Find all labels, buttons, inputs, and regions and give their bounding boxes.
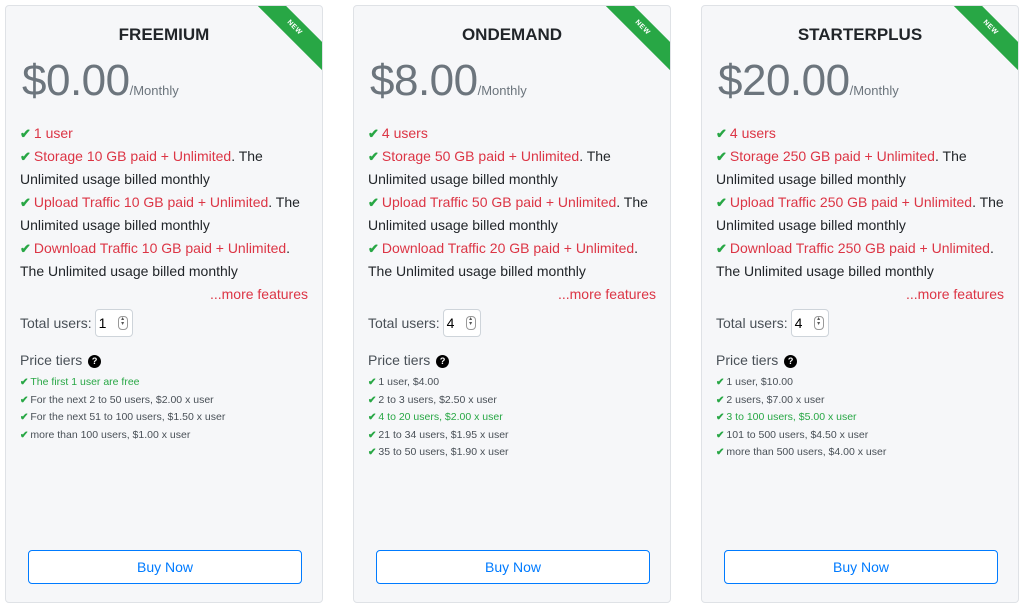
price-amount: $20.00	[718, 56, 850, 105]
price-tier: ✔ more than 100 users, $1.00 x user	[20, 428, 191, 441]
question-icon[interactable]: ?	[436, 354, 450, 368]
check-icon: ✔	[368, 241, 379, 256]
feature-item: ✔ 4 users	[368, 125, 428, 141]
check-icon: ✔	[716, 447, 725, 458]
total-users-input[interactable]: 4 ▴ ▾	[790, 309, 829, 337]
check-icon: ✔	[20, 149, 31, 164]
plan-price: $0.00/Monthly	[22, 56, 179, 106]
price-tier: ✔ 35 to 50 users, $1.90 x user	[368, 446, 509, 458]
price-tier: ✔ 101 to 500 users, $4.50 x user	[716, 428, 869, 441]
more-features-link[interactable]: ...more features	[716, 283, 1004, 306]
price-tiers-heading: Price tiers ?	[368, 349, 656, 372]
check-icon: ✔	[20, 377, 29, 388]
price-tier: ✔ For the next 51 to 100 users, $1.50 x u…	[20, 411, 226, 423]
check-icon: ✔	[368, 377, 377, 388]
plan-card-freemium: NEW FREEMIUM $0.00/Monthly ✔ 1 user ✔ Stor…	[5, 5, 323, 603]
plan-card-ondemand: NEW ONDEMAND $8.00/Monthly ✔ 4 users ✔ Sto…	[353, 5, 671, 603]
price-tier: ✔ 1 user, $4.00	[368, 376, 440, 388]
price-tier: ✔ For the next 2 to 50 users, $2.00 x use…	[20, 393, 214, 406]
feature-item: ✔ Upload Traffic 250 GB paid + Unlimited.…	[716, 194, 1004, 233]
check-icon: ✔	[716, 195, 727, 210]
feature-item: ✔ 4 users	[716, 125, 776, 141]
price-tier-list: ✔ The first 1 user are free ✔ For the next…	[20, 374, 308, 444]
price-tier: ✔ more than 500 users, $4.00 x user	[716, 446, 887, 458]
price-tier-list: ✔ 1 user, $10.00 ✔ 2 users, $7.00 x user ✔…	[716, 374, 1004, 462]
total-users-input[interactable]: 4 ▴ ▾	[442, 309, 481, 337]
plan-price: $20.00/Monthly	[718, 56, 899, 106]
total-users-label: Total users:	[368, 314, 440, 331]
plan-title: STARTERPLUS	[797, 25, 923, 44]
check-icon: ✔	[368, 429, 377, 441]
spinner-icon[interactable]: ▴ ▾	[117, 316, 128, 330]
check-icon: ✔	[20, 195, 31, 210]
check-icon: ✔	[20, 126, 31, 141]
check-icon: ✔	[20, 429, 29, 441]
price-tier-list: ✔ 1 user, $4.00 ✔ 2 to 3 users, $2.50 x us…	[368, 374, 656, 462]
check-icon: ✔	[368, 412, 377, 423]
feature-item: ✔ Download Traffic 10 GB paid + Unlimited…	[20, 240, 291, 279]
feature-item: ✔ Storage 250 GB paid + Unlimited. The Un…	[716, 148, 967, 187]
feature-item: ✔ Download Traffic 20 GB paid + Unlimited…	[368, 240, 639, 279]
question-icon[interactable]: ?	[784, 354, 798, 368]
spinner-icon[interactable]: ▴ ▾	[813, 316, 824, 330]
price-tier: ✔ The first 1 user are free	[20, 376, 140, 388]
check-icon: ✔	[716, 377, 725, 388]
more-features-link[interactable]: ...more features	[368, 283, 656, 306]
price-tier: ✔ 2 users, $7.00 x user	[716, 393, 825, 406]
price-tier: ✔ 3 to 100 users, $5.00 x user	[716, 411, 857, 423]
feature-item: ✔ Upload Traffic 50 GB paid + Unlimited. …	[368, 194, 648, 233]
check-icon: ✔	[368, 126, 379, 141]
check-icon: ✔	[716, 126, 727, 141]
price-tiers-heading: Price tiers ?	[20, 349, 308, 372]
spinner-icon[interactable]: ▴ ▾	[465, 316, 476, 330]
check-icon: ✔	[20, 394, 29, 406]
price-tier: ✔ 21 to 34 users, $1.95 x user	[368, 428, 509, 441]
price-tier: ✔ 2 to 3 users, $2.50 x user	[368, 393, 497, 406]
check-icon: ✔	[20, 241, 31, 256]
price-period: /Monthly	[477, 83, 527, 98]
feature-item: ✔ 1 user	[20, 125, 73, 141]
check-icon: ✔	[716, 149, 727, 164]
feature-list: ✔ 1 user ✔ Storage 10 GB paid + Unlimited.…	[20, 122, 308, 444]
check-icon: ✔	[716, 412, 725, 423]
total-users-label: Total users:	[20, 314, 92, 331]
check-icon: ✔	[716, 241, 727, 256]
check-icon: ✔	[716, 429, 725, 441]
price-tier: ✔ 1 user, $10.00	[716, 376, 793, 388]
feature-item: ✔ Download Traffic 250 GB paid + Unlimite…	[716, 240, 994, 279]
question-icon[interactable]: ?	[88, 354, 102, 368]
buy-now-button[interactable]: Buy Now	[28, 550, 302, 584]
plan-title: ONDEMAND	[461, 25, 563, 44]
total-users-row: Total users: 1 ▴ ▾	[20, 309, 308, 337]
check-icon: ✔	[20, 412, 29, 423]
price-amount: $0.00	[22, 56, 130, 105]
total-users-row: Total users: 4 ▴ ▾	[368, 309, 656, 337]
total-users-input[interactable]: 1 ▴ ▾	[94, 309, 133, 337]
check-icon: ✔	[368, 394, 377, 406]
price-period: /Monthly	[849, 83, 899, 98]
price-tiers-heading: Price tiers ?	[716, 349, 1004, 372]
total-users-label: Total users:	[716, 314, 788, 331]
plan-price: $8.00/Monthly	[370, 56, 527, 106]
buy-now-button[interactable]: Buy Now	[724, 550, 998, 584]
feature-item: ✔ Upload Traffic 10 GB paid + Unlimited. …	[20, 194, 300, 233]
price-amount: $8.00	[370, 56, 478, 105]
check-icon: ✔	[368, 195, 379, 210]
more-features-link[interactable]: ...more features	[20, 283, 308, 306]
check-icon: ✔	[368, 447, 377, 458]
price-period: /Monthly	[129, 83, 179, 98]
feature-list: ✔ 4 users ✔ Storage 250 GB paid + Unlimite…	[716, 122, 1004, 462]
price-tier: ✔ 4 to 20 users, $2.00 x user	[368, 411, 503, 423]
total-users-row: Total users: 4 ▴ ▾	[716, 309, 1004, 337]
feature-item: ✔ Storage 50 GB paid + Unlimited. The Unl…	[368, 148, 611, 187]
plan-card-starterplus: NEW STARTERPLUS $20.00/Monthly ✔ 4 users …	[701, 5, 1019, 603]
plan-title: FREEMIUM	[118, 25, 210, 44]
check-icon: ✔	[368, 149, 379, 164]
feature-item: ✔ Storage 10 GB paid + Unlimited. The Unl…	[20, 148, 263, 187]
buy-now-button[interactable]: Buy Now	[376, 550, 650, 584]
check-icon: ✔	[716, 394, 725, 406]
feature-list: ✔ 4 users ✔ Storage 50 GB paid + Unlimited…	[368, 122, 656, 462]
